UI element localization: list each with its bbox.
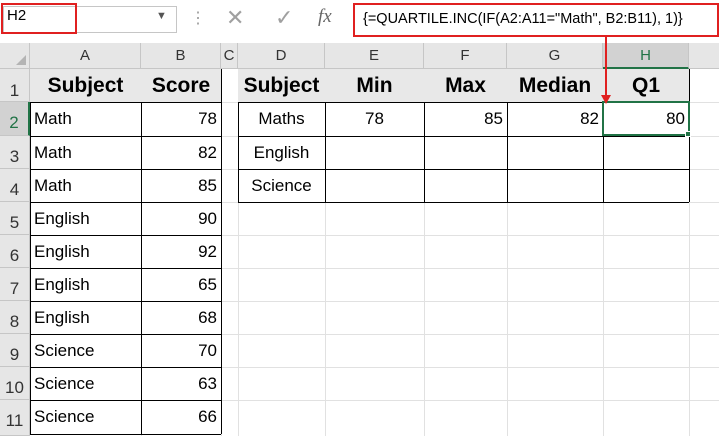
table2-header-q1[interactable]: Q1 <box>603 69 689 102</box>
table1-score-cell[interactable]: 63 <box>141 367 221 400</box>
table2-header-max[interactable]: Max <box>424 69 507 102</box>
table1-subject-cell[interactable]: Math <box>30 102 141 136</box>
table2-cell[interactable] <box>325 169 424 202</box>
table2-cell[interactable] <box>325 136 424 169</box>
table1-subject-cell[interactable]: Science <box>30 400 141 434</box>
table2-cell[interactable]: 78 <box>325 102 424 136</box>
table2-cell[interactable] <box>507 136 603 169</box>
table1-score-cell[interactable]: 78 <box>141 102 221 136</box>
table1-subject-cell[interactable]: English <box>30 202 141 235</box>
table2-cell[interactable] <box>424 169 507 202</box>
table1-score-cell[interactable]: 90 <box>141 202 221 235</box>
table2-cell[interactable]: Science <box>238 169 325 202</box>
table1-subject-cell[interactable]: Science <box>30 367 141 400</box>
table1-header-subject[interactable]: Subject <box>30 69 141 102</box>
fill-handle[interactable] <box>685 131 691 137</box>
table1-subject-cell[interactable]: Science <box>30 334 141 367</box>
table1-subject-cell[interactable]: English <box>30 268 141 301</box>
table2-cell[interactable]: 82 <box>507 102 603 136</box>
table1-subject-cell[interactable]: Math <box>30 169 141 202</box>
table1-subject-cell[interactable]: English <box>30 301 141 334</box>
active-cell-border <box>602 101 690 136</box>
table1-header-score[interactable]: Score <box>141 69 221 102</box>
table1-subject-cell[interactable]: English <box>30 235 141 268</box>
table1-score-cell[interactable]: 66 <box>141 400 221 434</box>
table2-cell[interactable] <box>603 136 689 169</box>
table1-score-cell[interactable]: 65 <box>141 268 221 301</box>
table1-subject-cell[interactable]: Math <box>30 136 141 169</box>
table1-score-cell[interactable]: 68 <box>141 301 221 334</box>
table2-cell[interactable] <box>424 136 507 169</box>
table1-score-cell[interactable]: 92 <box>141 235 221 268</box>
table2-cell[interactable]: 85 <box>424 102 507 136</box>
table1-score-cell[interactable]: 70 <box>141 334 221 367</box>
table2-cell[interactable]: English <box>238 136 325 169</box>
table2-cell[interactable]: Maths <box>238 102 325 136</box>
table2-header-min[interactable]: Min <box>325 69 424 102</box>
table1-score-cell[interactable]: 85 <box>141 169 221 202</box>
table2-cell[interactable] <box>603 169 689 202</box>
table1-score-cell[interactable]: 82 <box>141 136 221 169</box>
table2-cell[interactable] <box>507 169 603 202</box>
table2-header-subject[interactable]: Subject <box>238 69 325 102</box>
table2-header-median[interactable]: Median <box>507 69 603 102</box>
